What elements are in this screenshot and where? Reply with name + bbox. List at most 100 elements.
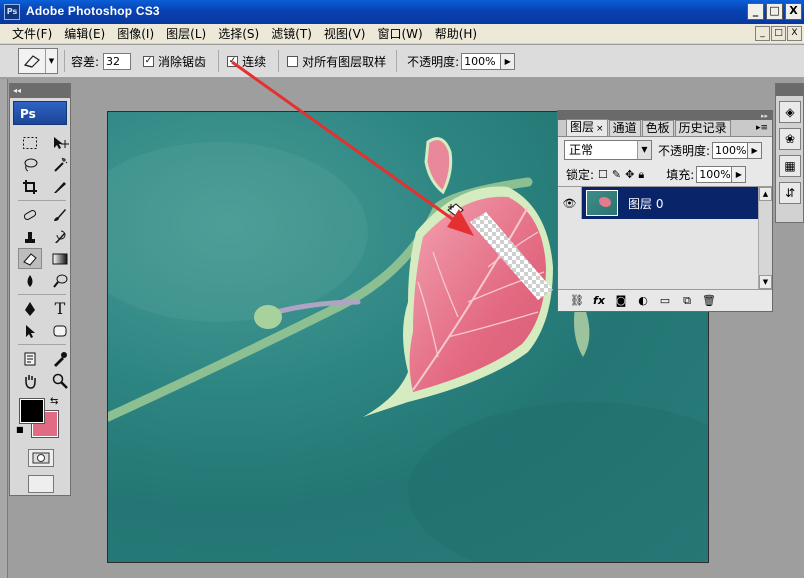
adjustment-icon[interactable]: ◐ (636, 294, 650, 307)
menu-bar: 文件(F) 编辑(E) 图像(I) 图层(L) 选择(S) 滤镜(T) 视图(V… (0, 24, 804, 44)
tab-history[interactable]: 历史记录 (674, 120, 731, 136)
divider (278, 50, 280, 72)
tolerance-input[interactable]: 32 (103, 52, 132, 70)
doc-restore-button[interactable]: □ (771, 26, 786, 41)
toolbox-grip[interactable]: ◂◂ (10, 84, 70, 98)
hand-tool-icon[interactable] (18, 370, 42, 391)
layer-opacity-slider-button[interactable]: ▶ (748, 141, 763, 159)
history-dock-icon[interactable]: ⇵ (779, 182, 801, 204)
tab-channels[interactable]: 通道 (608, 120, 641, 136)
default-colors-icon[interactable]: ■ (16, 425, 24, 434)
menu-edit[interactable]: 编辑(E) (64, 25, 105, 42)
tool-preset-picker[interactable]: ▼ (18, 48, 58, 74)
healing-brush-icon[interactable] (18, 204, 42, 225)
lasso-tool-icon[interactable] (18, 154, 42, 175)
divider (18, 200, 66, 201)
lock-transparency-icon[interactable]: ☐ (598, 168, 608, 182)
quick-mask-icon (32, 452, 50, 464)
toolbox-header[interactable]: Ps (13, 101, 67, 125)
marquee-tool-icon[interactable] (18, 132, 42, 153)
link-icon[interactable]: ⛓︎ (570, 294, 584, 307)
scroll-up-icon[interactable]: ▲ (759, 187, 772, 201)
menu-window[interactable]: 窗口(W) (377, 25, 422, 42)
close-icon[interactable]: × (596, 124, 604, 134)
color-swatches: ⇆ ■ (10, 395, 70, 441)
pen-tool-icon[interactable] (18, 298, 42, 319)
close-button[interactable]: X (785, 3, 802, 20)
maximize-button[interactable]: □ (766, 3, 783, 20)
right-dock: ◈ ❀ ▦ ⇵ (775, 83, 804, 223)
layers-scrollbar[interactable]: ▲ ▼ (758, 187, 772, 289)
fx-icon[interactable]: fx (592, 294, 606, 307)
swatches-dock-icon[interactable]: ▦ (779, 155, 801, 177)
blur-tool-icon[interactable] (18, 270, 42, 291)
channels-dock-icon[interactable]: ❀ (779, 128, 801, 150)
move-tool-icon[interactable] (48, 132, 72, 153)
crop-tool-icon[interactable] (18, 176, 42, 197)
zoom-tool-icon[interactable] (48, 370, 72, 391)
trash-icon[interactable]: 🗑︎ (702, 294, 716, 307)
group-icon[interactable]: ▭ (658, 294, 672, 307)
divider (18, 294, 66, 295)
menu-view[interactable]: 视图(V) (324, 25, 366, 42)
sample-all-layers-checkbox[interactable]: 对所有图层取样 (287, 53, 386, 70)
blend-mode-select[interactable]: 正常 ▼ (564, 140, 652, 160)
sample-all-layers-label: 对所有图层取样 (302, 54, 387, 69)
checkbox-box: ✓ (143, 55, 155, 67)
menu-filter[interactable]: 滤镜(T) (271, 25, 312, 42)
opacity-slider-button[interactable]: ▶ (501, 52, 516, 70)
screen-mode-button[interactable] (28, 475, 54, 493)
new-layer-icon[interactable]: ⧉ (680, 294, 694, 308)
minimize-button[interactable]: _ (747, 3, 764, 20)
app-logo: Ps (4, 4, 20, 20)
quick-mask-button[interactable] (28, 449, 54, 467)
doc-close-button[interactable]: X (787, 26, 802, 41)
slice-tool-icon[interactable] (48, 176, 72, 197)
brush-tool-icon[interactable] (48, 204, 72, 225)
lock-position-icon[interactable]: ✥ (625, 168, 634, 182)
doc-minimize-button[interactable]: _ (755, 26, 770, 41)
left-dock-edge (0, 79, 8, 578)
lock-pixels-icon[interactable]: ✎ (612, 168, 621, 182)
fill-input[interactable]: 100% (696, 166, 733, 183)
dodge-tool-icon[interactable] (48, 270, 72, 291)
scroll-down-icon[interactable]: ▼ (759, 275, 772, 289)
layer-item-selected[interactable]: 图层 0 (582, 187, 758, 219)
layers-bottom-toolbar: ⛓︎ fx ◙ ◐ ▭ ⧉ 🗑︎ (558, 289, 772, 311)
type-tool-icon[interactable]: T (48, 298, 72, 319)
layers-dock-icon[interactable]: ◈ (779, 101, 801, 123)
opacity-input[interactable]: 100% (461, 52, 502, 70)
antialias-checkbox[interactable]: ✓ 消除锯齿 (143, 53, 206, 70)
contiguous-checkbox[interactable]: ✓ 连续 (227, 53, 266, 70)
layer-row[interactable]: 👁︎ 图层 0 (558, 187, 758, 219)
mask-icon[interactable]: ◙ (614, 294, 628, 307)
shape-tool-icon[interactable] (48, 320, 72, 341)
eye-icon[interactable]: 👁︎ (558, 187, 582, 219)
notes-tool-icon[interactable] (18, 348, 42, 369)
tab-layers[interactable]: 图层 × (566, 119, 608, 136)
eraser-tool-icon[interactable] (18, 248, 42, 269)
path-selection-icon[interactable] (18, 320, 42, 341)
menu-file[interactable]: 文件(F) (12, 25, 52, 42)
lock-all-icon[interactable]: 🔒︎ (638, 168, 644, 182)
fill-slider-button[interactable]: ▶ (732, 166, 747, 183)
dock-grip[interactable] (776, 84, 803, 96)
menu-image[interactable]: 图像(I) (117, 25, 154, 42)
lock-label: 锁定: (566, 168, 595, 182)
history-brush-icon[interactable] (48, 226, 72, 247)
menu-select[interactable]: 选择(S) (218, 25, 259, 42)
layer-opacity-label: 不透明度: (658, 143, 711, 158)
gradient-tool-icon[interactable] (48, 248, 72, 269)
eyedropper-tool-icon[interactable] (48, 348, 72, 369)
background-eraser-icon (19, 49, 45, 73)
layer-opacity-input[interactable]: 100% (712, 141, 749, 159)
menu-layer[interactable]: 图层(L) (166, 25, 206, 42)
menu-help[interactable]: 帮助(H) (435, 25, 477, 42)
panel-menu-icon[interactable]: ▸≡ (756, 120, 772, 136)
swap-colors-icon[interactable]: ⇆ (50, 396, 58, 407)
clone-stamp-icon[interactable] (18, 226, 42, 247)
tab-swatches[interactable]: 色板 (641, 120, 674, 136)
magic-wand-tool-icon[interactable] (48, 154, 72, 175)
divider (64, 50, 65, 72)
foreground-color-swatch[interactable] (19, 398, 45, 424)
